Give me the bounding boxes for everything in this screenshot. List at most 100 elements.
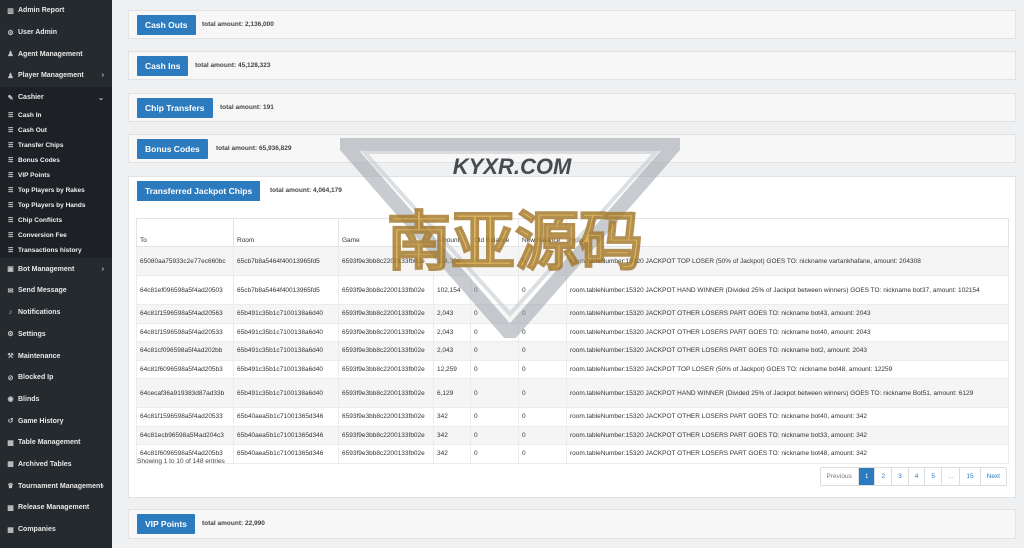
sidebar-item-maintenance[interactable]: ⚒ Maintenance (0, 345, 112, 367)
sidebar-subitem-bonus-codes[interactable]: ☰ Bonus Codes (0, 153, 112, 169)
vip-points-button[interactable]: VIP Points (137, 514, 195, 534)
sidebar-item-companies[interactable]: ▦ Companies (0, 519, 112, 541)
sidebar-item-table-management[interactable]: ▦ Table Management (0, 432, 112, 454)
table-row: 64c81ecb96598a5f4ad204c3 65b40aea5b1c7100… (136, 425, 1009, 445)
table-row: 64c81f1596598a5f4ad20533 65b491c35b1c7100… (136, 322, 1009, 342)
sidebar-subitem-label: Top Players by Hands (18, 202, 86, 210)
previous-page-button[interactable]: Previous (820, 468, 858, 485)
sidebar-item-label: Tournament Management (18, 482, 103, 490)
sidebar-item-user-admin[interactable]: ⚙ User Admin (0, 22, 112, 44)
table-cell-new-balance: 0 (518, 444, 567, 464)
table-cell-old-balance: 0 (470, 275, 519, 305)
page-button-3[interactable]: 3 (891, 468, 908, 485)
column-header-new-balance[interactable]: New Balance (518, 218, 567, 247)
sidebar-item-tournament-management[interactable]: ♛ Tournament Management › (0, 475, 112, 497)
sidebar-item-blocked-ip[interactable]: ⊘ Blocked Ip (0, 367, 112, 389)
sidebar-item-agent-management[interactable]: ♟ Agent Management (0, 43, 112, 65)
vip-points-total: total amount: 22,990 (202, 520, 265, 527)
cash-ins-button[interactable]: Cash Ins (137, 56, 189, 76)
sidebar-subitem-label: Transfer Chips (18, 142, 64, 150)
sidebar-item-send-message[interactable]: ✉ Send Message (0, 280, 112, 302)
table-cell-game: 6593f9e3bb8c2200133fb02e (338, 322, 434, 342)
page-button-1[interactable]: 1 (857, 468, 875, 485)
bell-icon: ♪ (8, 309, 13, 317)
table-cell-to: 64c81f1596598a5f4ad20533 (136, 407, 234, 427)
sidebar-item-admin-report[interactable]: ▥ Admin Report (0, 0, 112, 22)
sidebar-subitem-cash-in[interactable]: ☰ Cash In (0, 108, 112, 124)
sidebar-subitem-label: Conversion Fee (18, 232, 67, 240)
table-cell-old-balance: 0 (470, 304, 519, 324)
page-button-4[interactable]: 4 (907, 468, 925, 485)
column-header-amount[interactable]: Amount (433, 218, 471, 247)
table-cell-to: 64cecaf36a919383d87ad33b (136, 378, 234, 408)
sidebar-item-release-management[interactable]: ▦ Release Management (0, 497, 112, 519)
sidebar-item-label: Notifications (18, 309, 61, 317)
table-cell-note: room.tableNumber:15320 JACKPOT OTHER LOS… (566, 341, 1009, 361)
sidebar-subitem-transactions-history[interactable]: ☰ Transactions history (0, 243, 112, 259)
table-cell-room: 65b491c35b1c7100138a6d40 (233, 341, 339, 361)
sidebar-subitem-top-players-by-rakes[interactable]: ☰ Top Players by Rakes (0, 183, 112, 199)
page-button-15[interactable]: 15 (959, 468, 980, 485)
list-icon: ☰ (8, 143, 14, 150)
column-header-to[interactable]: To (136, 218, 234, 247)
table-row: 64c81f1596598a5f4ad20533 65b40aea5b1c7100… (136, 407, 1009, 427)
sidebar-subitem-label: Chip Conflicts (18, 217, 63, 225)
sidebar-item-cashier[interactable]: ✎ Cashier ⌄ (0, 86, 112, 109)
sidebar-subitem-chip-conflicts[interactable]: ☰ Chip Conflicts (0, 213, 112, 229)
column-header-room[interactable]: Room (233, 218, 339, 247)
chip-transfers-total: total amount: 191 (220, 104, 274, 111)
sidebar-item-label: Companies (18, 526, 56, 534)
table-icon: ▦ (7, 439, 14, 447)
sidebar-item-notifications[interactable]: ♪ Notifications (0, 302, 112, 324)
table-cell-game: 6593f9e3bb8c2200133fb02e (338, 378, 434, 408)
table-cell-note: room.tableNumber:15320 JACKPOT HAND WINN… (566, 378, 1009, 408)
column-header-note[interactable]: Note (566, 218, 1009, 247)
sidebar-item-label: Maintenance (18, 352, 61, 360)
cash-outs-panel: Cash Outs total amount: 2,136,000 (128, 10, 1016, 39)
list-icon: ☰ (8, 128, 14, 135)
table-cell-new-balance: 0 (518, 275, 567, 305)
table-cell-amount: 6,129 (433, 378, 471, 408)
next-page-button[interactable]: Next (979, 468, 1006, 485)
sidebar-subitem-cash-out[interactable]: ☰ Cash Out (0, 123, 112, 139)
sidebar-item-archived-tables[interactable]: ▦ Archived Tables (0, 454, 112, 476)
sidebar-subitem-top-players-by-hands[interactable]: ☰ Top Players by Hands (0, 198, 112, 214)
sidebar-item-player-management[interactable]: ♟ Player Management › (0, 65, 112, 87)
sidebar: ▥ Admin Report ⚙ User Admin ♟ Agent Managemen… (0, 0, 112, 548)
table-body: 65080aa75933c2e77ec660bc 65cb7b8a5464f400… (136, 246, 1009, 464)
gear-icon: ⚙ (7, 331, 14, 339)
sidebar-item-label: Release Management (18, 504, 90, 512)
sidebar-subitem-transfer-chips[interactable]: ☰ Transfer Chips (0, 138, 112, 154)
table-row: 64cecaf36a919383d87ad33b 65b491c35b1c7100… (136, 378, 1009, 408)
sidebar-item-blinds[interactable]: ◉ Blinds (0, 389, 112, 411)
column-header-game[interactable]: Game (338, 218, 434, 247)
table-cell-game: 6593f9e3bb8c2200133fb02e (338, 407, 434, 427)
page-button-2[interactable]: 2 (874, 468, 892, 485)
table-cell-amount: 2,043 (433, 304, 471, 324)
sidebar-item-settings[interactable]: ⚙ Settings (0, 324, 112, 346)
chip-transfers-button[interactable]: Chip Transfers (137, 98, 213, 118)
column-header-old-balance[interactable]: Old Balance (470, 218, 519, 247)
sidebar-item-game-history[interactable]: ↺ Game History (0, 410, 112, 432)
bonus-codes-button[interactable]: Bonus Codes (137, 139, 208, 159)
sidebar-item-label: User Admin (18, 29, 58, 37)
table-cell-room: 65b491c35b1c7100138a6d40 (233, 378, 339, 408)
table-cell-old-balance: 0 (470, 322, 519, 342)
table-cell-old-balance: 0 (470, 359, 519, 379)
table-cell-room: 65b491c35b1c7100138a6d40 (233, 359, 339, 379)
list-icon: ☰ (8, 158, 14, 165)
table-cell-new-balance: 0 (518, 425, 567, 445)
sidebar-subitem-conversion-fee[interactable]: ☰ Conversion Fee (0, 228, 112, 244)
bot-icon: ▣ (7, 266, 14, 274)
cash-ins-total: total amount: 45,128,323 (195, 62, 271, 69)
sidebar-item-bot-management[interactable]: ▣ Bot Management › (0, 258, 112, 280)
sidebar-subitem-vip-points[interactable]: ☰ VIP Points (0, 168, 112, 184)
table-cell-new-balance: 0 (518, 304, 567, 324)
table-cell-new-balance: 0 (518, 322, 567, 342)
cash-ins-panel: Cash Ins total amount: 45,128,323 (128, 51, 1016, 80)
cash-outs-button[interactable]: Cash Outs (137, 15, 196, 35)
transferred-jackpot-button[interactable]: Transferred Jackpot Chips (137, 181, 261, 201)
table-cell-room: 65b40aea5b1c71001365d346 (233, 444, 339, 464)
page-button-5[interactable]: 5 (924, 468, 941, 485)
sidebar-item-label: Admin Report (18, 7, 65, 15)
